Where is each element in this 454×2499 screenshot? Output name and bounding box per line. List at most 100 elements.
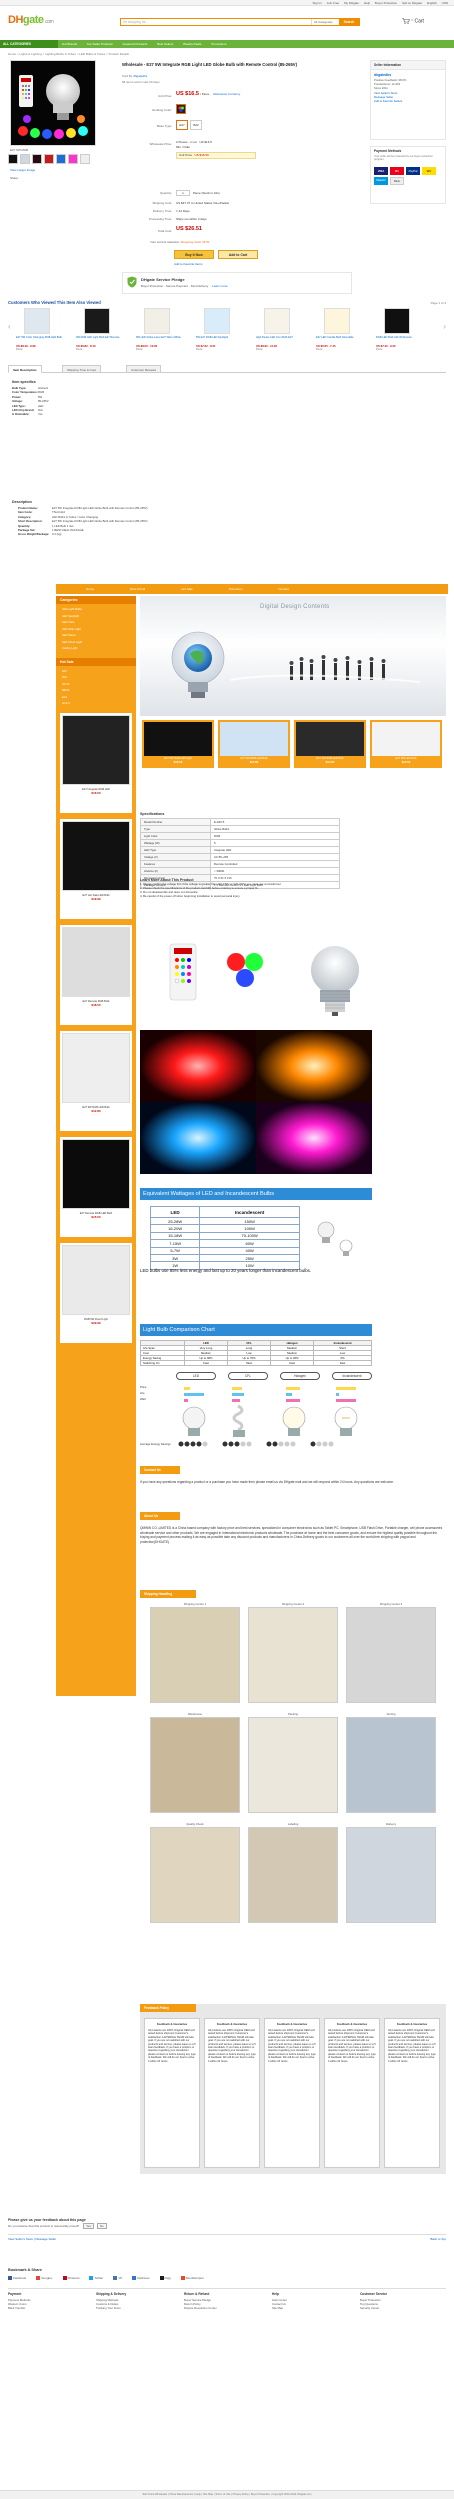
tab-shipping[interactable]: Shipping Time & Cost: [62, 365, 101, 373]
product-main-image[interactable]: [10, 60, 96, 146]
color-option-rgb[interactable]: [176, 104, 186, 114]
thumbnail-1[interactable]: [8, 154, 18, 164]
sidebar-product[interactable]: E27 Remote RGB LED Bulb $15.50: [60, 1136, 132, 1237]
breadcrumb-led[interactable]: LED Bulbs & Tubes: [79, 52, 105, 56]
shipping-photo[interactable]: [248, 1717, 338, 1813]
footer-view-store[interactable]: View Seller's Store: [8, 2237, 33, 2241]
thumbnail-3[interactable]: [32, 154, 42, 164]
reference-currency-link[interactable]: Reference Currency: [213, 92, 240, 96]
nav-item-promotions[interactable]: Promotions: [211, 42, 226, 46]
nav-item-featured[interactable]: Featured Products: [123, 42, 148, 46]
seller-name[interactable]: dhgatedhs: [371, 70, 445, 78]
also-viewed-item[interactable]: High Power LED Corn Bulb E27 US $8.90 - 1…: [256, 308, 312, 358]
top-link-currency[interactable]: USD: [442, 1, 448, 5]
breadcrumb-lights[interactable]: Lights & Lighting: [19, 52, 41, 56]
also-viewed-name[interactable]: 9W LED Globe Lamp E27 Warm White: [136, 336, 192, 343]
also-viewed-image[interactable]: [384, 308, 410, 334]
thumbnail-4[interactable]: [44, 154, 54, 164]
sidebar-product-image[interactable]: [62, 926, 130, 997]
store-nav-item[interactable]: Contact: [278, 587, 288, 591]
store-product-card[interactable]: E27 3W RGB LED Bulb $14.20: [294, 720, 366, 768]
add-to-cart-button[interactable]: Add to Cart: [218, 250, 258, 259]
nav-item-best-sellers[interactable]: Best Sellers: [157, 42, 173, 46]
store-product-image[interactable]: [296, 722, 364, 756]
all-categories-button[interactable]: ALL CATEGORIES: [0, 40, 58, 48]
top-link-sign-in[interactable]: Sign In: [312, 1, 321, 5]
thumbnail-7[interactable]: [80, 154, 90, 164]
base-option-e27[interactable]: E27: [176, 120, 188, 130]
back-to-top-link[interactable]: Back to Top: [430, 2237, 446, 2241]
sidebar-product-image[interactable]: [62, 1244, 130, 1315]
sidebar-product[interactable]: E27 3W RGB LED Bulb $12.80: [60, 1030, 132, 1131]
also-viewed-image[interactable]: [24, 308, 50, 334]
shipping-photo[interactable]: [248, 1827, 338, 1923]
also-viewed-image[interactable]: [324, 308, 350, 334]
also-viewed-image[interactable]: [264, 308, 290, 334]
breadcrumb-bulbs[interactable]: Lighting Bulbs & Tubes: [45, 52, 76, 56]
thumbnail-5[interactable]: [56, 154, 66, 164]
share-link[interactable]: Google+: [36, 2276, 53, 2281]
shipping-photo[interactable]: [150, 1827, 240, 1923]
base-option-b22[interactable]: B22: [190, 120, 202, 130]
store-nav-item[interactable]: New Arrival: [130, 587, 145, 591]
footer-link[interactable]: Dispute Resolution Center: [184, 2306, 268, 2310]
sidebar-product[interactable]: RGB 5W Flood Light $29.99: [60, 1242, 132, 1343]
top-link-sell[interactable]: Sell on DHgate: [402, 1, 422, 5]
sidebar-product[interactable]: E27 Integrate RGB LED $16.50: [60, 712, 132, 813]
share-link[interactable]: Pinterest: [62, 2276, 79, 2281]
category-link[interactable]: Ceiling Light: [62, 645, 130, 652]
breadcrumb-home[interactable]: Home: [8, 52, 16, 56]
shipping-photo[interactable]: [150, 1607, 240, 1703]
footer-link[interactable]: Bank Transfer: [8, 2306, 92, 2310]
hot-sale-link[interactable]: Gu5.3: [62, 700, 130, 707]
also-viewed-item[interactable]: 9W LED Globe Lamp E27 Warm White US $8.00…: [136, 308, 192, 358]
search-category-select[interactable]: All Categories: [311, 19, 341, 25]
also-viewed-name[interactable]: 3W RGB LED Light Bulb E27 Remote: [76, 336, 132, 343]
shipping-photo[interactable]: [346, 1827, 436, 1923]
top-link-join[interactable]: Join Free: [327, 1, 340, 5]
carousel-prev-icon[interactable]: ‹: [8, 322, 11, 331]
sidebar-product-image[interactable]: [62, 820, 130, 891]
share-link[interactable]: Delicious: [132, 2276, 150, 2281]
share-link[interactable]: Facebook: [8, 2276, 26, 2281]
seller-link[interactable]: dhgatedhs: [133, 74, 147, 78]
store-nav-item[interactable]: Home: [86, 587, 94, 591]
search-button[interactable]: Search: [339, 19, 359, 25]
sidebar-product[interactable]: E27 Remote RGB Bulb $18.50: [60, 924, 132, 1025]
also-viewed-item[interactable]: E27 5W Color Changing RGB LED Bulb US $8.…: [16, 308, 72, 358]
thumbnail-6[interactable]: [68, 154, 78, 164]
shipping-photo[interactable]: [150, 1717, 240, 1813]
site-logo[interactable]: DHgate.com: [8, 14, 54, 26]
sidebar-product-image[interactable]: [62, 714, 130, 785]
thumbnail-2[interactable]: [20, 154, 30, 164]
also-viewed-name[interactable]: 5W E27 RGB LED Spotlight: [196, 336, 252, 343]
favorite-seller-link[interactable]: Add to Favorite Sellers: [374, 99, 442, 103]
also-viewed-item[interactable]: 5W E27 RGB LED Spotlight US $7.22 - 8.51 P…: [196, 308, 252, 358]
also-viewed-image[interactable]: [144, 308, 170, 334]
shipping-photo[interactable]: [346, 1607, 436, 1703]
also-viewed-image[interactable]: [84, 308, 110, 334]
also-viewed-name[interactable]: E27 LED Candle Bulb Dimmable: [316, 336, 372, 343]
store-product-image[interactable]: [372, 722, 440, 756]
view-larger-link[interactable]: View Larger Image: [10, 168, 35, 172]
top-link-my-dhgate[interactable]: My DHgate: [344, 1, 359, 5]
store-product-card[interactable]: E27 5W RGB LED Bulb $17.80: [218, 720, 290, 768]
store-product-card[interactable]: E27 3W LED Bulb $12.50: [370, 720, 442, 768]
sidebar-product-image[interactable]: [62, 1032, 130, 1103]
also-viewed-image[interactable]: [204, 308, 230, 334]
feedback-no-button[interactable]: No: [96, 2223, 107, 2229]
footer-link[interactable]: Tracking Your Items: [96, 2306, 180, 2310]
pledge-learn-more[interactable]: Learn more: [212, 284, 227, 288]
also-viewed-name[interactable]: E27 5W Color Changing RGB LED Bulb: [16, 336, 72, 343]
also-viewed-name[interactable]: RGB LED Bulb with IR Remote: [376, 336, 432, 343]
top-link-protection[interactable]: Buyer Protection: [375, 1, 397, 5]
store-product-image[interactable]: [220, 722, 288, 756]
also-viewed-item[interactable]: 3W RGB LED Light Bulb E27 Remote US $6.82…: [76, 308, 132, 358]
store-nav-item[interactable]: Promotion: [229, 587, 243, 591]
tab-item-description[interactable]: Item Description: [8, 365, 42, 373]
top-link-help[interactable]: Help: [364, 1, 370, 5]
sidebar-product-image[interactable]: [62, 1138, 130, 1209]
share-link[interactable]: Digg: [159, 2276, 171, 2281]
footer-link[interactable]: Site Map: [272, 2306, 356, 2310]
search-input[interactable]: I'm shopping for...: [121, 19, 311, 25]
